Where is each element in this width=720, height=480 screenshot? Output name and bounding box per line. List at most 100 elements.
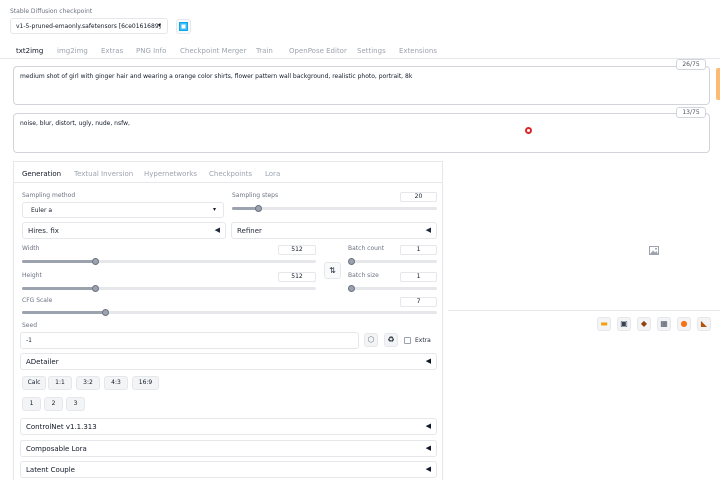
cfg-scale-label: CFG Scale: [22, 297, 53, 304]
ratio-4-3-button[interactable]: 4:3: [104, 376, 128, 390]
zip-button[interactable]: ◆: [637, 317, 651, 331]
batch-size-label: Batch size: [348, 272, 379, 279]
adetailer-accordion[interactable]: ADetailer ◀: [20, 353, 437, 370]
composable-lora-accordion[interactable]: Composable Lora ◀: [20, 440, 437, 457]
tab-hypernetworks[interactable]: Hypernetworks: [144, 170, 197, 178]
tab-settings[interactable]: Settings: [357, 47, 386, 55]
cfg-scale-slider[interactable]: [22, 309, 437, 316]
batch-count-value[interactable]: 1: [400, 245, 437, 255]
output-image-area: [448, 161, 720, 311]
width-slider[interactable]: [22, 258, 316, 265]
tab-openpose-editor[interactable]: OpenPose Editor: [289, 47, 347, 55]
height-value[interactable]: 512: [278, 272, 316, 282]
slider-thumb[interactable]: [348, 258, 355, 265]
floppy-disk-icon: ▣: [620, 319, 628, 328]
slider-thumb[interactable]: [92, 285, 99, 292]
cfg-scale-value[interactable]: 7: [400, 297, 437, 307]
random-seed-button[interactable]: ⬡: [364, 333, 378, 347]
negative-prompt-box[interactable]: noise, blur, distort, ugly, nude, nsfw,: [13, 113, 710, 153]
seed-input[interactable]: -1: [20, 332, 359, 349]
height-label: Height: [22, 272, 42, 279]
tab-train[interactable]: Train: [256, 47, 273, 55]
generate-button-edge[interactable]: [716, 68, 720, 100]
sampling-steps-label: Sampling steps: [232, 192, 279, 199]
caret-left-icon: ◀: [425, 226, 431, 234]
negative-prompt-token-counter: 13/75: [676, 107, 706, 118]
refresh-checkpoint-button[interactable]: [176, 19, 191, 34]
ratio-3-2-button[interactable]: 3:2: [76, 376, 100, 390]
slider-fill: [22, 311, 105, 314]
picture-icon: ▦: [660, 319, 668, 328]
height-slider[interactable]: [22, 285, 316, 292]
checkpoint-select[interactable]: v1-5-pruned-emaonly.safetensors [6ce0161…: [10, 18, 168, 34]
tab-extensions[interactable]: Extensions: [399, 47, 437, 55]
controlnet-label: ControlNet v1.1.313: [26, 423, 97, 431]
latent-couple-accordion[interactable]: Latent Couple ◀: [20, 461, 437, 478]
sampling-steps-value[interactable]: 20: [400, 192, 437, 202]
palette-icon: ●: [680, 319, 688, 328]
tab-generation[interactable]: Generation: [22, 170, 61, 178]
composable-lora-label: Composable Lora: [26, 445, 87, 453]
tab-png-info[interactable]: PNG Info: [136, 47, 166, 55]
open-folder-button[interactable]: ▬: [597, 317, 611, 331]
image-placeholder-icon: [649, 246, 659, 255]
calc-button[interactable]: Calc: [22, 376, 46, 390]
dice-icon: ⬡: [367, 335, 375, 344]
main-tab-bar: [0, 58, 720, 59]
refresh-icon: [179, 22, 188, 31]
checkpoint-value: v1-5-pruned-emaonly.safetensors [6ce0161…: [16, 23, 161, 30]
refiner-label: Refiner: [237, 227, 262, 235]
caret-left-icon: ◀: [425, 465, 431, 473]
send-to-inpaint-button[interactable]: ●: [677, 317, 691, 331]
batch-size-value[interactable]: 1: [400, 272, 437, 282]
tab-lora[interactable]: Lora: [265, 170, 280, 178]
slider-thumb[interactable]: [101, 309, 109, 316]
preset-3-button[interactable]: 3: [66, 397, 85, 411]
batch-size-slider[interactable]: [348, 285, 437, 292]
prompt-text: medium shot of girl with ginger hair and…: [20, 73, 413, 80]
swap-dimensions-button[interactable]: ⇅: [324, 262, 341, 279]
preset-1-button[interactable]: 1: [22, 397, 41, 411]
send-to-img2img-button[interactable]: ▦: [657, 317, 671, 331]
send-to-extras-button[interactable]: ◣: [697, 317, 711, 331]
seed-value: -1: [26, 337, 32, 344]
caret-left-icon: ◀: [214, 226, 220, 234]
ratio-16-9-button[interactable]: 16:9: [132, 376, 159, 390]
caret-left-icon: ◀: [425, 357, 431, 365]
prompt-box[interactable]: medium shot of girl with ginger hair and…: [13, 66, 710, 105]
checkpoint-label: Stable Diffusion checkpoint: [10, 8, 93, 15]
tab-img2img[interactable]: img2img: [57, 47, 88, 55]
tab-checkpoint-merger[interactable]: Checkpoint Merger: [180, 47, 246, 55]
latent-couple-label: Latent Couple: [26, 466, 75, 474]
sampling-method-select[interactable]: Euler a ▾: [22, 202, 224, 218]
package-icon: ◆: [640, 319, 648, 328]
adetailer-label: ADetailer: [26, 358, 59, 366]
tab-extras[interactable]: Extras: [101, 47, 123, 55]
slider-fill: [22, 287, 96, 290]
tab-textual-inversion[interactable]: Textual Inversion: [74, 170, 133, 178]
caret-left-icon: ◀: [425, 422, 431, 430]
ratio-1-1-button[interactable]: 1:1: [48, 376, 72, 390]
sampling-steps-slider[interactable]: [232, 205, 437, 212]
batch-count-slider[interactable]: [348, 258, 437, 265]
chevron-down-icon: ▾: [212, 206, 216, 213]
reuse-seed-button[interactable]: ♻: [384, 333, 398, 347]
width-label: Width: [22, 245, 40, 252]
slider-thumb[interactable]: [348, 285, 355, 292]
hires-fix-accordion[interactable]: Hires. fix ◀: [22, 222, 226, 239]
tab-checkpoints[interactable]: Checkpoints: [209, 170, 252, 178]
extra-label: Extra: [415, 337, 431, 344]
save-button[interactable]: ▣: [617, 317, 631, 331]
slider-thumb[interactable]: [92, 258, 99, 265]
width-value[interactable]: 512: [278, 245, 316, 255]
batch-count-label: Batch count: [348, 245, 385, 252]
negative-prompt-text: noise, blur, distort, ugly, nude, nsfw,: [20, 120, 130, 127]
refiner-accordion[interactable]: Refiner ◀: [231, 222, 437, 239]
triangle-ruler-icon: ◣: [700, 319, 708, 328]
extra-checkbox[interactable]: [404, 337, 411, 344]
folder-icon: ▬: [600, 319, 608, 328]
tab-txt2img[interactable]: txt2img: [16, 47, 43, 55]
preset-2-button[interactable]: 2: [44, 397, 63, 411]
caret-left-icon: ◀: [425, 444, 431, 452]
controlnet-accordion[interactable]: ControlNet v1.1.313 ◀: [20, 418, 437, 435]
